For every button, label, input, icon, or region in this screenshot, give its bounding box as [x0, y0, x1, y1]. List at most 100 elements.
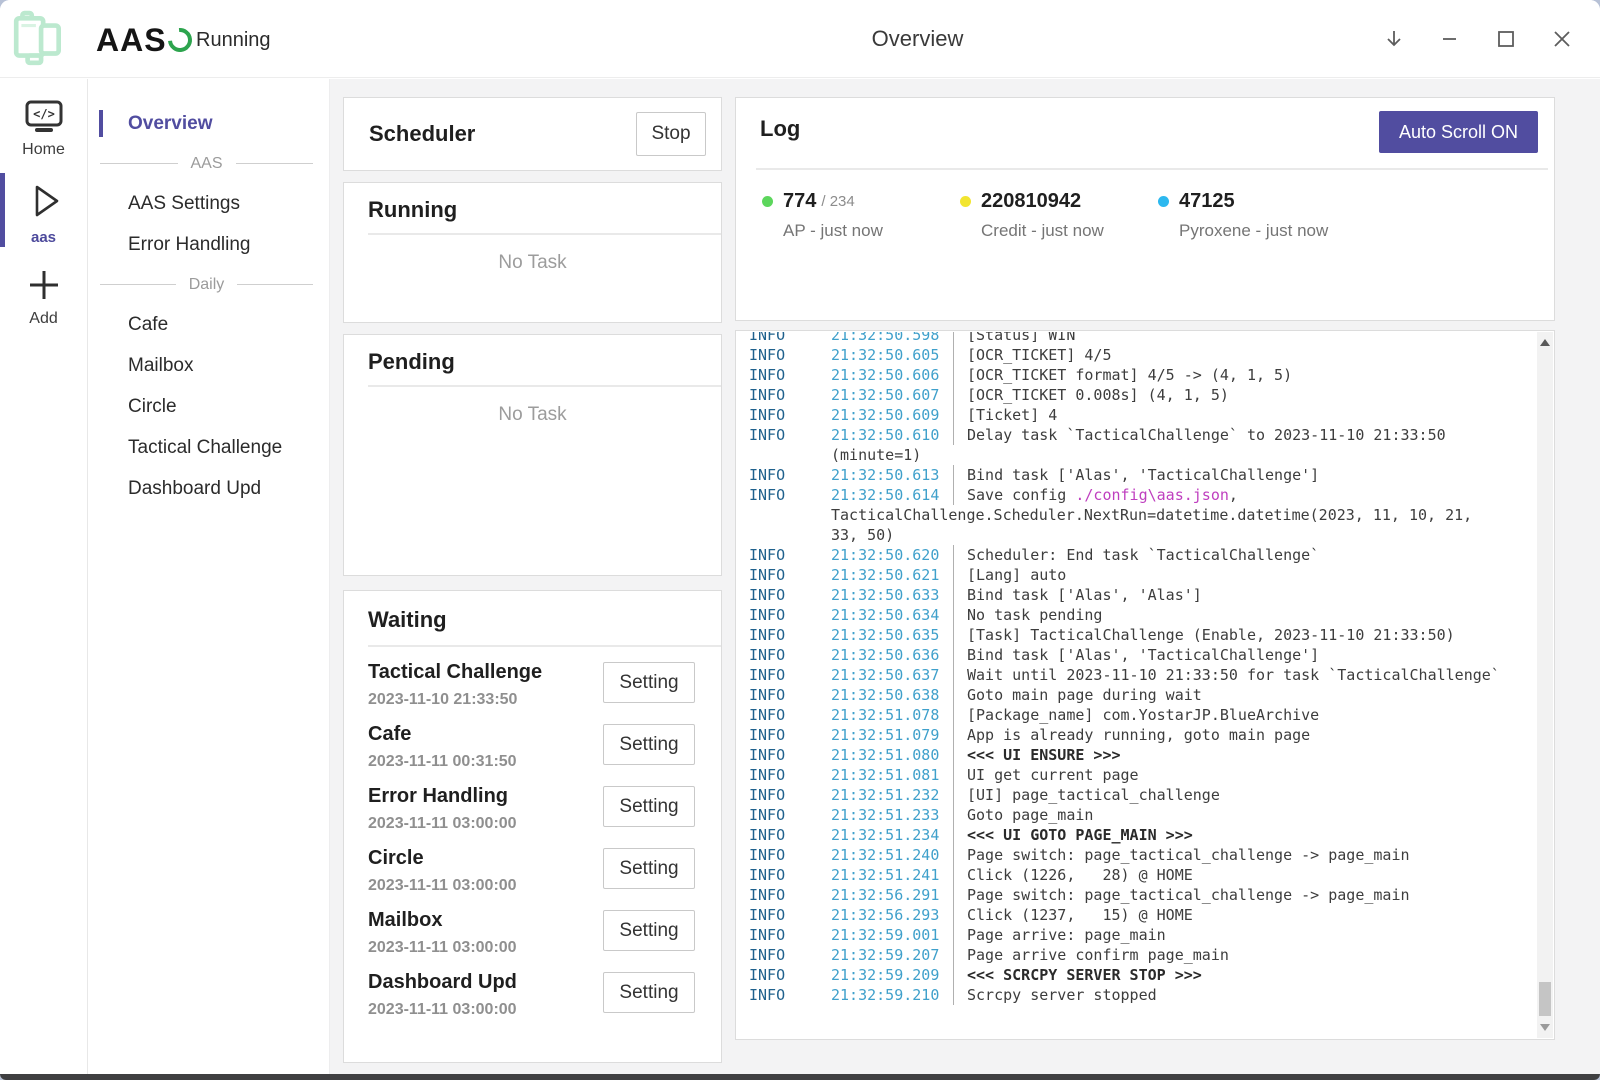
setting-button[interactable]: Setting [603, 972, 695, 1013]
nav-section-label: AAS [178, 155, 236, 173]
nav-section-label: Daily [176, 276, 238, 294]
log-row: INFO21:32:50.633Bind task ['Alas', 'Alas… [749, 585, 1537, 605]
log-row: INFO21:32:50.635[Task] TacticalChallenge… [749, 625, 1537, 645]
sidebar-item-circle[interactable]: Circle [89, 386, 329, 427]
log-message: UI get current page [953, 765, 1139, 785]
app-window: AAS Running Overview </> [0, 0, 1600, 1080]
log-scrollbar[interactable] [1537, 332, 1553, 1038]
log-message: Save config ./config\aas.json, [953, 485, 1238, 505]
log-timestamp: 21:32:51.241 [831, 865, 953, 885]
log-timestamp: 21:32:50.636 [831, 645, 953, 665]
log-timestamp: 21:32:50.607 [831, 385, 953, 405]
log-timestamp: 21:32:51.240 [831, 845, 953, 865]
rail-item-home[interactable]: </> Home [0, 79, 87, 159]
log-timestamp: 21:32:50.609 [831, 405, 953, 425]
minimize-button[interactable] [1430, 19, 1470, 59]
setting-button[interactable]: Setting [603, 848, 695, 889]
log-level: INFO [749, 605, 831, 625]
sidebar-item-label: Cafe [128, 314, 168, 336]
active-indicator [99, 110, 103, 137]
sidebar-item-aas-settings[interactable]: AAS Settings [89, 183, 329, 224]
log-row: INFO21:32:51.240Page switch: page_tactic… [749, 845, 1537, 865]
waiting-task-time: 2023-11-11 03:00:00 [368, 1001, 517, 1019]
log-row: INFO21:32:50.636Bind task ['Alas', 'Tact… [749, 645, 1537, 665]
log-row: INFO21:32:50.607[OCR_TICKET 0.008s] (4, … [749, 385, 1537, 405]
stat-label: AP - just now [783, 221, 960, 241]
active-indicator [0, 173, 5, 247]
minimize-icon [1438, 27, 1462, 51]
log-message: [Task] TacticalChallenge (Enable, 2023-1… [953, 625, 1455, 645]
log-level: INFO [749, 545, 831, 565]
log-message: [UI] page_tactical_challenge [953, 785, 1220, 805]
maximize-button[interactable] [1486, 19, 1526, 59]
waiting-item-circle: Circle2023-11-11 03:00:00Setting [344, 843, 721, 905]
waiting-item-cafe: Cafe2023-11-11 00:31:50Setting [344, 719, 721, 781]
running-spinner-icon [163, 23, 197, 57]
sidebar-item-label: Mailbox [128, 355, 193, 377]
scroll-thumb[interactable] [1539, 982, 1551, 1016]
divider [368, 233, 721, 235]
sidebar-item-label: AAS Settings [128, 193, 240, 215]
log-message: Click (1237, 15) @ HOME [953, 905, 1193, 925]
log-timestamp: 21:32:50.621 [831, 565, 953, 585]
sidebar-item-dashboard-upd[interactable]: Dashboard Upd [89, 468, 329, 509]
setting-button[interactable]: Setting [603, 786, 695, 827]
stat-top: 47125 [1158, 190, 1356, 213]
setting-button[interactable]: Setting [603, 910, 695, 951]
log-level: INFO [749, 805, 831, 825]
sidebar-item-label: Dashboard Upd [128, 478, 261, 500]
stat-top: 220810942 [960, 190, 1158, 213]
auto-scroll-toggle-button[interactable]: Auto Scroll ON [1379, 111, 1538, 153]
log-message: <<< SCRCPY SERVER STOP >>> [953, 965, 1202, 985]
log-timestamp: 21:32:50.635 [831, 625, 953, 645]
log-row-continuation: 33, 50) [749, 525, 1537, 545]
sidebar-item-error-handling[interactable]: Error Handling [89, 224, 329, 265]
log-level: INFO [749, 332, 831, 345]
log-row: INFO21:32:56.293Click (1237, 15) @ HOME [749, 905, 1537, 925]
running-card: Running No Task [343, 182, 722, 323]
rail-item-aas[interactable]: aas [0, 159, 87, 246]
close-button[interactable] [1542, 19, 1582, 59]
sidebar-item-overview[interactable]: Overview [89, 103, 329, 144]
setting-button[interactable]: Setting [603, 662, 695, 703]
stat-dot-icon [762, 196, 773, 207]
log-level: INFO [749, 485, 831, 505]
log-row: INFO21:32:50.637Wait until 2023-11-10 21… [749, 665, 1537, 685]
log-message: Delay task `TacticalChallenge` to 2023-1… [953, 425, 1446, 445]
stat-ap: 774/ 234AP - just now [762, 190, 960, 241]
divider-line [100, 163, 178, 164]
sidebar-item-cafe[interactable]: Cafe [89, 304, 329, 345]
log-timestamp: 21:32:59.209 [831, 965, 953, 985]
log-level: INFO [749, 885, 831, 905]
log-timestamp: 21:32:50.634 [831, 605, 953, 625]
log-message: [OCR_TICKET format] 4/5 -> (4, 1, 5) [953, 365, 1292, 385]
setting-button[interactable]: Setting [603, 724, 695, 765]
running-title: Running [368, 197, 721, 223]
rail-item-add[interactable]: Add [0, 246, 87, 328]
stat-label: Pyroxene - just now [1179, 221, 1356, 241]
log-row: INFO21:32:59.210Scrcpy server stopped [749, 985, 1537, 1005]
log-timestamp: 21:32:50.610 [831, 425, 953, 445]
log-timestamp: 21:32:51.233 [831, 805, 953, 825]
log-timestamp: 21:32:50.638 [831, 685, 953, 705]
indent-spacer [749, 525, 831, 545]
log-message: Bind task ['Alas', 'Alas'] [953, 585, 1202, 605]
update-download-button[interactable] [1374, 19, 1414, 59]
log-row: INFO21:32:51.233Goto page_main [749, 805, 1537, 825]
stat-value: 220810942 [981, 190, 1081, 213]
log-message: Page arrive confirm page_main [953, 945, 1229, 965]
log-output[interactable]: INFO21:32:50.598[Status] WININFO21:32:50… [749, 332, 1537, 1038]
sidebar-item-mailbox[interactable]: Mailbox [89, 345, 329, 386]
close-icon [1550, 27, 1574, 51]
log-message: Wait until 2023-11-10 21:33:50 for task … [953, 665, 1500, 685]
log-row: INFO21:32:50.613Bind task ['Alas', 'Tact… [749, 465, 1537, 485]
sidebar-item-tactical-challenge[interactable]: Tactical Challenge [89, 427, 329, 468]
sidebar-item-label: Error Handling [128, 234, 251, 256]
scroll-up-arrow-icon[interactable] [1540, 339, 1550, 346]
stop-button[interactable]: Stop [636, 112, 706, 156]
scroll-down-arrow-icon[interactable] [1540, 1024, 1550, 1031]
log-title: Log [760, 116, 800, 142]
stat-label: Credit - just now [981, 221, 1158, 241]
log-level: INFO [749, 685, 831, 705]
log-message: Bind task ['Alas', 'TacticalChallenge'] [953, 645, 1319, 665]
